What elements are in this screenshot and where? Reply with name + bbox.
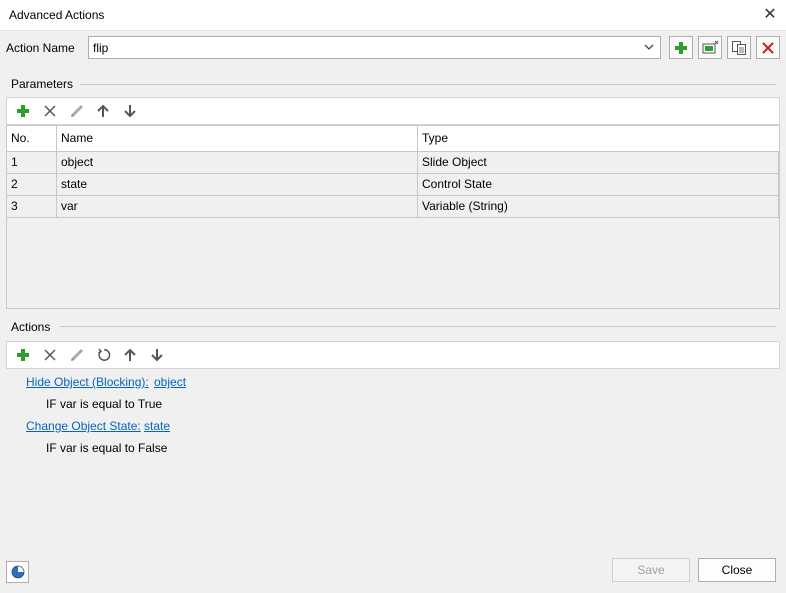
duplicate-action-button[interactable] (698, 36, 722, 59)
move-down-icon (124, 105, 136, 118)
table-row[interactable]: 1 object Slide Object (7, 152, 779, 174)
save-button[interactable]: Save (612, 558, 690, 582)
remove-icon (44, 105, 56, 117)
parameters-table: No. Name Type 1 object Slide Object 2 st… (6, 125, 780, 309)
add-action-button[interactable] (15, 347, 31, 363)
reset-icon (98, 348, 111, 361)
window-title: Advanced Actions (9, 8, 105, 22)
move-action-up-button[interactable] (122, 347, 138, 363)
add-icon (17, 105, 29, 117)
title-bar: Advanced Actions ✕ (0, 0, 786, 31)
cell-type: Control State (418, 174, 779, 196)
close-button[interactable]: Close (698, 558, 776, 582)
action-name-label: Action Name (6, 41, 75, 55)
move-action-down-button[interactable] (149, 347, 165, 363)
table-row[interactable]: 2 state Control State (7, 174, 779, 196)
usage-chart-icon (11, 565, 24, 579)
parameters-section-label: Parameters (11, 77, 80, 91)
cell-name: object (57, 152, 418, 174)
remove-action-button[interactable] (42, 347, 58, 363)
parameters-toolbar (6, 97, 780, 125)
move-up-icon (97, 104, 109, 117)
action-condition: IF var is equal to True (46, 397, 163, 411)
usage-button[interactable] (6, 561, 29, 583)
action-link-change-object-state[interactable]: Change Object State: (26, 419, 141, 433)
action-target-object[interactable]: object (154, 375, 186, 389)
column-header-no[interactable]: No. (7, 126, 57, 152)
action-condition: IF var is equal to False (46, 441, 168, 455)
add-icon (17, 349, 29, 361)
chevron-down-icon (644, 44, 654, 50)
edit-icon (70, 348, 84, 362)
close-window-icon[interactable]: ✕ (762, 6, 778, 24)
cell-no: 1 (7, 152, 57, 174)
edit-icon (70, 104, 84, 118)
copy-action-button[interactable] (727, 36, 751, 59)
move-parameter-up-button[interactable] (95, 103, 111, 119)
duplicate-icon (702, 40, 719, 53)
add-icon (675, 41, 687, 54)
edit-action-button[interactable] (69, 347, 85, 363)
cell-no: 3 (7, 196, 57, 218)
move-parameter-down-button[interactable] (122, 103, 138, 119)
action-name-value: flip (93, 41, 109, 55)
cell-type: Slide Object (418, 152, 779, 174)
copy-icon (732, 40, 746, 55)
edit-parameter-button[interactable] (69, 103, 85, 119)
table-row[interactable]: 3 var Variable (String) (7, 196, 779, 218)
action-link-hide-object[interactable]: Hide Object (Blocking): (26, 375, 149, 389)
remove-parameter-button[interactable] (42, 103, 58, 119)
action-target-state[interactable]: state (144, 419, 170, 433)
parameters-divider (80, 84, 776, 85)
move-down-icon (151, 349, 163, 362)
column-header-name[interactable]: Name (57, 126, 418, 152)
remove-icon (44, 349, 56, 361)
cell-name: state (57, 174, 418, 196)
move-up-icon (124, 348, 136, 361)
actions-toolbar (6, 341, 780, 369)
parameters-table-header: No. Name Type (7, 126, 779, 152)
reset-action-button[interactable] (96, 347, 112, 363)
cell-no: 2 (7, 174, 57, 196)
actions-divider (60, 326, 776, 327)
delete-action-button[interactable] (756, 36, 780, 59)
add-parameter-button[interactable] (15, 103, 31, 119)
actions-section-label: Actions (11, 320, 57, 334)
cell-type: Variable (String) (418, 196, 779, 218)
column-header-type[interactable]: Type (418, 126, 779, 152)
action-name-combobox[interactable]: flip (88, 36, 661, 59)
cell-name: var (57, 196, 418, 218)
new-action-button[interactable] (669, 36, 693, 59)
delete-icon (762, 41, 774, 54)
